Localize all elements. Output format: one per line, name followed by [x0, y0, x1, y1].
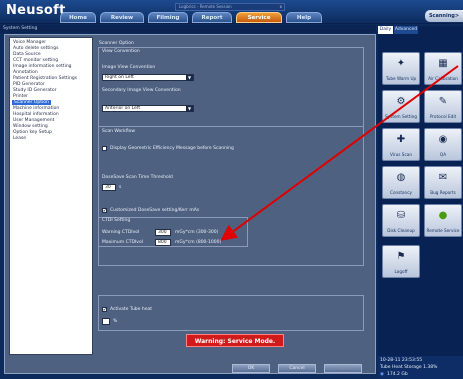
annotation-arrow: [220, 65, 459, 241]
annotation-arrow-line: [220, 65, 459, 241]
